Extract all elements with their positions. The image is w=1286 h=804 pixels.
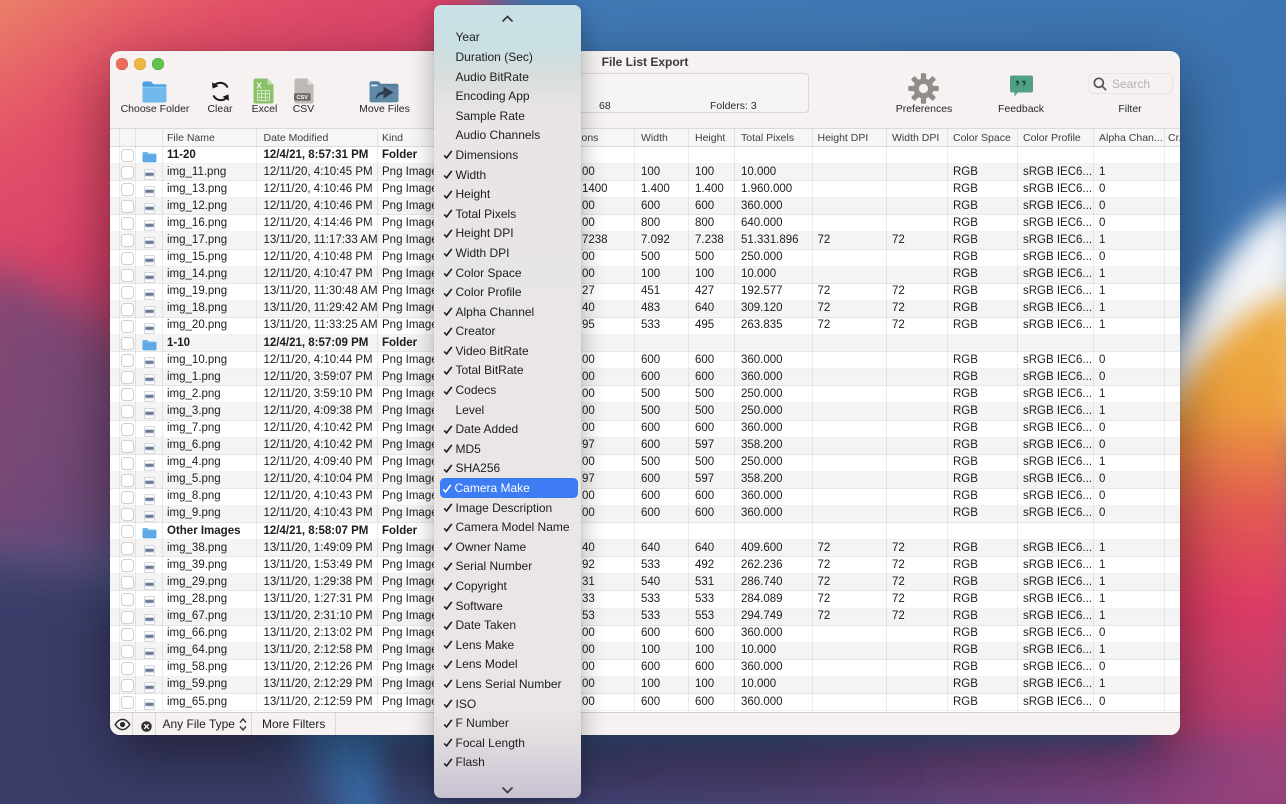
- svg-text:X: X: [256, 81, 262, 90]
- svg-text:CSV: CSV: [296, 95, 308, 101]
